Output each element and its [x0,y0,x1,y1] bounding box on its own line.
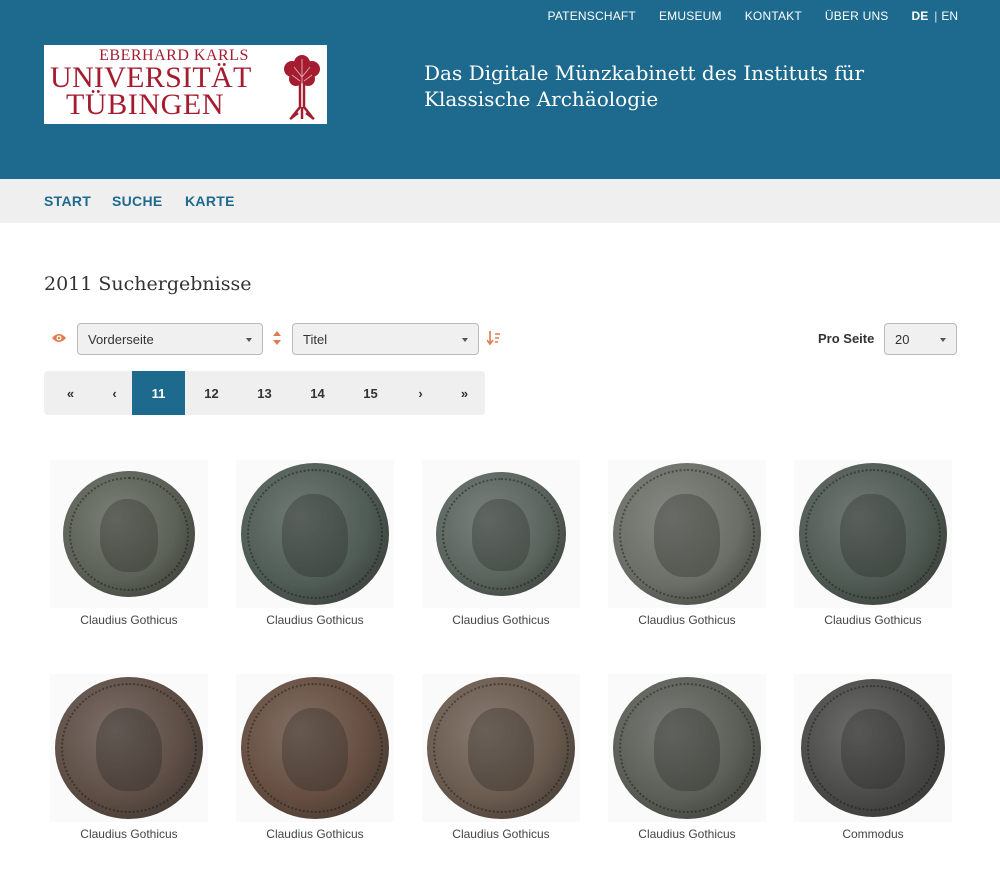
coin-result-card[interactable]: Claudius Gothicus [36,460,222,635]
topnav-ueber-uns-link[interactable]: ÜBER UNS [825,9,889,23]
coin-caption[interactable]: Commodus [780,827,966,841]
coin-thumbnail[interactable] [608,674,766,822]
topnav-patenschaft-link[interactable]: PATENSCHAFT [548,9,636,23]
coin-image [241,463,389,605]
coin-result-card[interactable]: Claudius Gothicus [594,460,780,635]
site-title: Das Digitale Münzkabinett des Instituts … [424,60,864,112]
main-navigation: START SUCHE KARTE [0,179,1000,223]
sort-icon [273,331,281,345]
coin-caption[interactable]: Claudius Gothicus [36,613,222,627]
coin-thumbnail[interactable] [794,674,952,822]
chevron-down-icon [246,338,252,342]
coin-result-card[interactable]: Claudius Gothicus [36,674,222,849]
coin-image [436,472,566,596]
language-de-link[interactable]: DE [912,9,929,23]
coin-image [427,677,575,819]
coin-thumbnail[interactable] [50,460,208,608]
language-separator: | [934,9,938,23]
palm-tree-icon [284,55,320,120]
eye-icon [52,334,66,342]
logo-line-3: TÜBINGEN [66,88,225,121]
coin-thumbnail[interactable] [236,674,394,822]
coin-thumbnail[interactable] [422,460,580,608]
coin-result-card[interactable]: Claudius Gothicus [408,460,594,635]
coin-image [55,677,203,819]
pagination-page-11[interactable]: 11 [132,371,185,415]
sort-field-select-value: Titel [303,332,328,347]
coin-caption[interactable]: Claudius Gothicus [594,827,780,841]
per-page-select-value: 20 [895,332,910,347]
coin-caption[interactable]: Claudius Gothicus [408,827,594,841]
chevron-down-icon [462,338,468,342]
coin-caption[interactable]: Claudius Gothicus [222,827,408,841]
university-logo[interactable]: EBERHARD KARLS UNIVERSITÄT TÜBINGEN [44,45,327,124]
coin-caption[interactable]: Claudius Gothicus [780,613,966,627]
coin-thumbnail[interactable] [236,460,394,608]
pagination-page-14[interactable]: 14 [291,371,344,415]
site-title-line-1: Das Digitale Münzkabinett des Instituts … [424,61,865,85]
coin-result-card[interactable]: Claudius Gothicus [222,460,408,635]
nav-karte-link[interactable]: KARTE [185,193,235,209]
per-page-label: Pro Seite [818,331,875,346]
pagination: « ‹ 11 12 13 14 15 › » [44,371,485,415]
coin-caption[interactable]: Claudius Gothicus [222,613,408,627]
site-title-line-2: Klassische Archäologie [424,87,659,111]
coin-caption[interactable]: Claudius Gothicus [594,613,780,627]
pagination-page-13[interactable]: 13 [238,371,291,415]
topnav-kontakt-link[interactable]: KONTAKT [745,9,802,23]
coin-result-card[interactable]: Commodus [780,674,966,849]
language-en-link[interactable]: EN [941,9,958,23]
coin-result-card[interactable]: Claudius Gothicus [408,674,594,849]
results-count-title: 2011 Suchergebnisse [44,273,252,295]
coin-result-card[interactable]: Claudius Gothicus [594,674,780,849]
coin-image [63,471,195,597]
coin-image [613,677,761,819]
view-side-select[interactable]: Vorderseite [77,323,263,355]
site-header: PATENSCHAFT EMUSEUM KONTAKT ÜBER UNS DE … [0,0,1000,179]
coin-result-card[interactable]: Claudius Gothicus [222,674,408,849]
coin-thumbnail[interactable] [50,674,208,822]
nav-start-link[interactable]: START [44,193,91,209]
coin-image [613,463,761,605]
language-switcher: DE | EN [912,9,958,23]
coin-thumbnail[interactable] [422,674,580,822]
coin-result-card[interactable]: Claudius Gothicus [780,460,966,635]
pagination-last[interactable]: » [438,371,491,415]
pagination-page-12[interactable]: 12 [185,371,238,415]
coin-thumbnail[interactable] [794,460,952,608]
coin-image [241,677,389,819]
coin-caption[interactable]: Claudius Gothicus [408,613,594,627]
sort-field-select[interactable]: Titel [292,323,479,355]
coin-image [801,679,945,817]
chevron-down-icon [940,338,946,342]
topnav-emuseum-link[interactable]: EMUSEUM [659,9,722,23]
coin-image [799,463,947,605]
pagination-page-15[interactable]: 15 [344,371,397,415]
sort-direction-icon[interactable] [487,331,501,346]
per-page-select[interactable]: 20 [884,323,957,355]
coin-caption[interactable]: Claudius Gothicus [36,827,222,841]
view-side-select-value: Vorderseite [88,332,154,347]
coin-thumbnail[interactable] [608,460,766,608]
nav-suche-link[interactable]: SUCHE [112,193,163,209]
top-navigation: PATENSCHAFT EMUSEUM KONTAKT ÜBER UNS DE … [525,9,958,23]
